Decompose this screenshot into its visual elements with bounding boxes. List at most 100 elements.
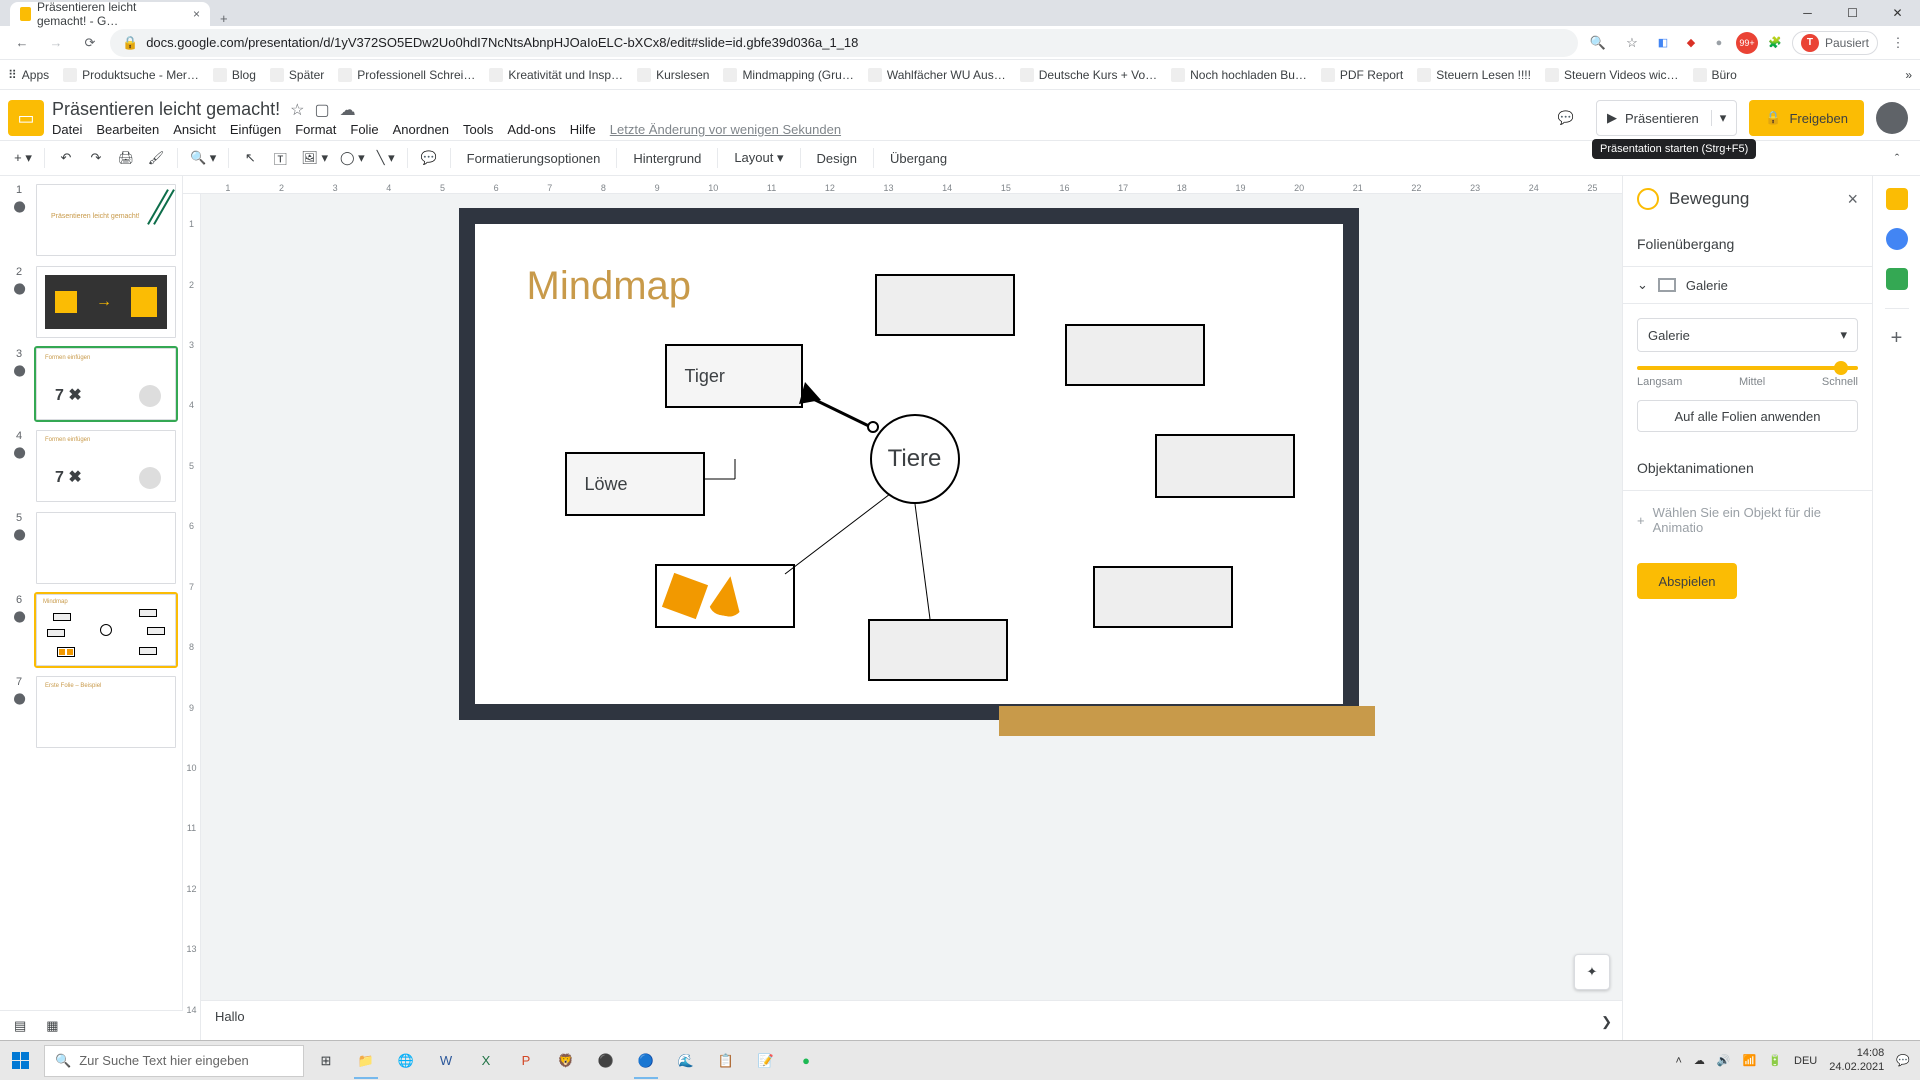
apps-bookmark[interactable]: ⠿Apps — [8, 68, 49, 82]
slide-thumb-7[interactable]: 7⬤ Erste Folie – Beispiel — [6, 676, 176, 748]
mindmap-box-empty[interactable] — [875, 274, 1015, 336]
menu-datei[interactable]: Datei — [52, 122, 82, 137]
sheets-icon[interactable] — [1886, 268, 1908, 290]
mindmap-box-empty[interactable] — [1093, 566, 1233, 628]
document-title[interactable]: Präsentieren leicht gemacht! — [52, 99, 280, 120]
select-tool[interactable]: ↖ — [237, 145, 263, 171]
mindmap-box-tiger[interactable]: Tiger — [665, 344, 803, 408]
transition-button[interactable]: Übergang — [882, 151, 955, 166]
share-button[interactable]: 🔒 Freigeben — [1749, 100, 1864, 136]
comment-tool[interactable]: 💬 — [416, 145, 442, 171]
explore-button[interactable]: ✦ — [1574, 954, 1610, 990]
minimize-button[interactable]: ─ — [1785, 0, 1830, 26]
present-dropdown-icon[interactable]: ▾ — [1711, 110, 1727, 126]
start-button[interactable] — [0, 1041, 40, 1080]
tray-chevron-icon[interactable]: ˄ — [1675, 1055, 1681, 1067]
redo-button[interactable]: ↷ — [83, 145, 109, 171]
maximize-button[interactable]: ☐ — [1830, 0, 1875, 26]
bookmark-item[interactable]: Später — [270, 68, 324, 82]
forward-button[interactable]: → — [42, 29, 70, 57]
apply-all-button[interactable]: Auf alle Folien anwenden — [1637, 400, 1858, 432]
taskbar-clock[interactable]: 14:08 24.02.2021 — [1829, 1047, 1884, 1073]
bookmark-item[interactable]: Produktsuche - Mer… — [63, 68, 199, 82]
edge-icon[interactable]: 🌐 — [388, 1043, 424, 1079]
menu-ansicht[interactable]: Ansicht — [173, 122, 216, 137]
slide-thumb-1[interactable]: 1⬤ Präsentieren leicht gemacht! — [6, 184, 176, 256]
bookmark-item[interactable]: Blog — [213, 68, 256, 82]
bookmark-item[interactable]: Noch hochladen Bu… — [1171, 68, 1307, 82]
wifi-icon[interactable]: 📶 — [1743, 1054, 1757, 1067]
app-icon[interactable]: 📋 — [708, 1043, 744, 1079]
bookmark-item[interactable]: Deutsche Kurs + Vo… — [1020, 68, 1157, 82]
last-edit-link[interactable]: Letzte Änderung vor wenigen Sekunden — [610, 122, 841, 137]
brave-icon[interactable]: 🦁 — [548, 1043, 584, 1079]
browser-tab[interactable]: Präsentieren leicht gemacht! - G… × — [10, 2, 210, 26]
taskbar-search[interactable]: 🔍 Zur Suche Text hier eingeben — [44, 1045, 304, 1077]
back-button[interactable]: ← — [8, 29, 36, 57]
new-slide-button[interactable]: + ▾ — [10, 145, 36, 171]
extension-icon-4[interactable]: 99+ — [1736, 32, 1758, 54]
menu-anordnen[interactable]: Anordnen — [393, 122, 449, 137]
add-addon-icon[interactable]: + — [1891, 327, 1903, 350]
slide-thumb-2[interactable]: 2⬤ → — [6, 266, 176, 338]
bookmarks-overflow-icon[interactable]: » — [1905, 68, 1912, 82]
design-button[interactable]: Design — [809, 151, 865, 166]
slide-title[interactable]: Mindmap — [527, 264, 692, 309]
mindmap-box-empty[interactable] — [1065, 324, 1205, 386]
bookmark-item[interactable]: Kreativität und Insp… — [489, 68, 623, 82]
background-button[interactable]: Hintergrund — [625, 151, 709, 166]
present-button[interactable]: ▶ Präsentieren ▾ Präsentation starten (S… — [1596, 100, 1737, 136]
next-slide-arrow[interactable]: ❯ — [1601, 1014, 1612, 1030]
mindmap-box-empty[interactable] — [868, 619, 1008, 681]
word-icon[interactable]: W — [428, 1043, 464, 1079]
menu-folie[interactable]: Folie — [350, 122, 378, 137]
line-tool[interactable]: ╲ ▾ — [373, 145, 399, 171]
menu-addons[interactable]: Add-ons — [507, 122, 555, 137]
shape-tool[interactable]: ◯ ▾ — [336, 145, 369, 171]
reload-button[interactable]: ⟳ — [76, 29, 104, 57]
bookmark-item[interactable]: Professionell Schrei… — [338, 68, 475, 82]
play-animation-button[interactable]: Abspielen — [1637, 563, 1737, 599]
menu-format[interactable]: Format — [295, 122, 336, 137]
slides-logo-icon[interactable]: ▭ — [8, 100, 44, 136]
keep-icon[interactable] — [1886, 188, 1908, 210]
bookmark-item[interactable]: Steuern Lesen !!!! — [1417, 68, 1531, 82]
spotify-icon[interactable]: ● — [788, 1043, 824, 1079]
image-tool[interactable]: 🖼 ▾ — [297, 145, 332, 171]
bookmark-item[interactable]: Kurslesen — [637, 68, 709, 82]
address-bar[interactable]: 🔒 docs.google.com/presentation/d/1yV372S… — [110, 29, 1578, 57]
close-tab-icon[interactable]: × — [193, 7, 200, 21]
transition-gallery-row[interactable]: ⌄ Galerie — [1623, 267, 1872, 304]
obs-icon[interactable]: ⚫ — [588, 1043, 624, 1079]
menu-einfuegen[interactable]: Einfügen — [230, 122, 281, 137]
browser-menu-icon[interactable]: ⋮ — [1884, 29, 1912, 57]
user-avatar[interactable] — [1876, 102, 1908, 134]
slide-thumb-4[interactable]: 4⬤ Formen einfügen7 ✖ — [6, 430, 176, 502]
transition-type-select[interactable]: Galerie ▾ — [1637, 318, 1858, 352]
bookmark-item[interactable]: Büro — [1693, 68, 1737, 82]
zoom-button[interactable]: 🔍 ▾ — [186, 145, 220, 171]
mindmap-box-shapes[interactable] — [655, 564, 795, 628]
notifications-icon[interactable]: 💬 — [1896, 1054, 1910, 1067]
file-explorer-icon[interactable]: 📁 — [348, 1043, 384, 1079]
new-tab-button[interactable]: + — [210, 11, 238, 26]
layout-button[interactable]: Layout ▾ — [726, 150, 791, 166]
chrome-icon[interactable]: 🔵 — [628, 1043, 664, 1079]
filmstrip-view-icon[interactable]: ▤ — [14, 1018, 26, 1034]
mindmap-center-circle[interactable]: Tiere — [870, 414, 960, 504]
extension-icon-1[interactable]: ◧ — [1652, 32, 1674, 54]
puzzle-icon[interactable]: 🧩 — [1764, 32, 1786, 54]
bookmark-item[interactable]: Steuern Videos wic… — [1545, 68, 1679, 82]
slide-thumb-3[interactable]: 3⬤ Formen einfügen7 ✖ — [6, 348, 176, 420]
volume-icon[interactable]: 🔊 — [1717, 1054, 1731, 1067]
extension-icon-3[interactable]: ● — [1708, 32, 1730, 54]
bookmark-item[interactable]: Wahlfächer WU Aus… — [868, 68, 1006, 82]
paint-format-button[interactable]: 🖌 — [143, 145, 169, 171]
print-button[interactable]: 🖨 — [113, 145, 139, 171]
extension-icon-2[interactable]: ◆ — [1680, 32, 1702, 54]
close-window-button[interactable]: ✕ — [1875, 0, 1920, 26]
slide-canvas[interactable]: Mindmap Tiger Löwe Tiere — [459, 208, 1359, 720]
star-icon[interactable]: ☆ — [290, 100, 304, 120]
battery-icon[interactable]: 🔋 — [1768, 1054, 1782, 1067]
star-icon[interactable]: ☆ — [1618, 29, 1646, 57]
